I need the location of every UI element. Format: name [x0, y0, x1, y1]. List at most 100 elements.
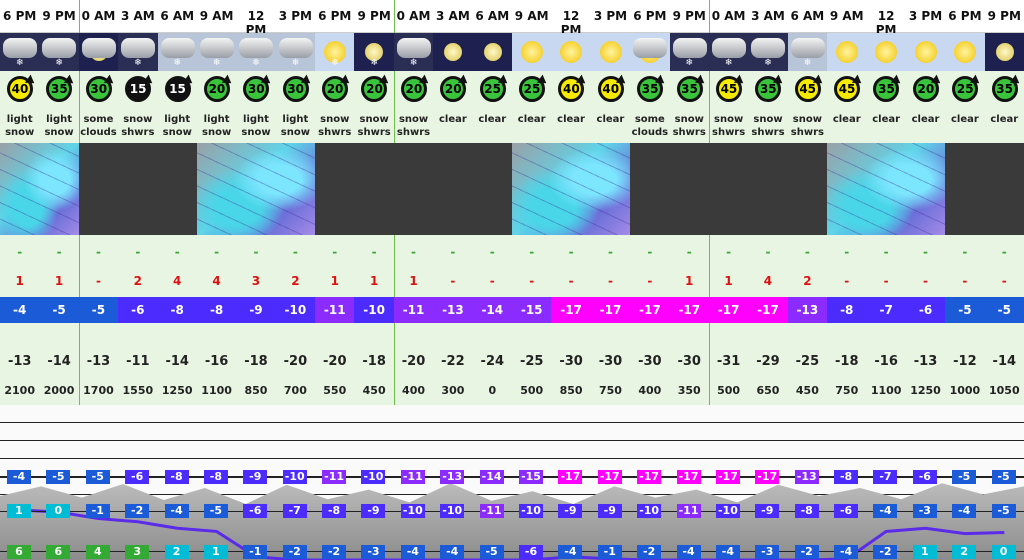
temp-box-mid: -6 — [834, 504, 859, 518]
freezing-level-line — [19, 508, 1005, 560]
wind-chill: -18 — [244, 354, 268, 369]
snowflake-icon: ❄ — [55, 58, 63, 68]
wind-speed-badge: 20 — [322, 76, 349, 102]
weather-map-dark — [315, 143, 512, 235]
temp-box-top: -8 — [203, 470, 228, 484]
snowflake-icon: ❄ — [16, 58, 24, 68]
temp-box-low: -6 — [519, 545, 543, 559]
weather-summary: clear — [990, 114, 1019, 125]
temp-box-low: -4 — [440, 545, 465, 559]
max-temp-cell: -15 — [512, 297, 552, 323]
temp-box-mid: 0 — [46, 504, 71, 518]
temp-box-low: 1 — [912, 545, 937, 559]
snow-amount: - — [883, 245, 889, 259]
max-temp-cell: -6 — [118, 297, 158, 323]
max-temp-cell: -10 — [354, 297, 394, 323]
snow-amount: - — [726, 245, 732, 259]
rain-amount: 4 — [173, 274, 182, 288]
moon-icon — [472, 33, 512, 71]
cloudsnow-icon: ❄ — [157, 33, 197, 71]
snow-amount: - — [450, 245, 456, 259]
snow-amount: - — [962, 245, 968, 259]
sun-icon — [905, 33, 946, 71]
temp-box-low: 2 — [164, 545, 189, 559]
max-temp-cell: -17 — [708, 297, 749, 323]
wind-speed-badge: 25 — [519, 76, 545, 102]
temp-box-mid: -9 — [755, 504, 780, 518]
cloud-icon — [42, 38, 77, 58]
snow-amount: - — [923, 245, 929, 259]
chart-line-mid — [0, 511, 1024, 512]
max-temp-cell: -11 — [315, 297, 355, 323]
wind-chill: -30 — [559, 354, 583, 369]
rain-amount: - — [529, 274, 535, 288]
weather-summary: snow shwrs — [121, 114, 155, 138]
wind-chill: -24 — [480, 354, 505, 369]
freezing-level: 500 — [717, 384, 741, 397]
temp-box-mid: -5 — [203, 504, 228, 518]
wind-speed-badge: 35 — [991, 76, 1018, 102]
weather-summary: clear — [832, 114, 861, 125]
wind-speed-badge: 35 — [637, 76, 664, 102]
max-temp-cell: -8 — [157, 297, 197, 323]
max-temp-cell: -8 — [196, 297, 237, 323]
temp-box-mid: 1 — [7, 504, 31, 518]
max-temp-cell: -13 — [787, 297, 828, 323]
sun-icon — [599, 41, 622, 63]
cloudsnow-icon: ❄ — [196, 33, 237, 71]
cloudsnow-icon: ❄ — [669, 33, 709, 71]
weather-summary: clear — [517, 114, 546, 125]
rain-amount: - — [647, 274, 653, 288]
weather-map-dark — [630, 143, 828, 235]
wind-chill: -20 — [323, 354, 347, 369]
temp-box-low: -4 — [676, 545, 701, 559]
rain-amount: 1 — [330, 274, 339, 288]
snowflake-icon: ❄ — [370, 58, 378, 68]
time-label: 0 AM — [81, 9, 116, 23]
weather-map-dark — [945, 143, 1024, 235]
wind-chill: -14 — [992, 354, 1017, 369]
wind-chill: -30 — [677, 354, 701, 369]
temp-box-low: 0 — [991, 545, 1016, 559]
time-label: 3 AM — [436, 9, 470, 23]
max-temp-cell: -9 — [236, 297, 276, 323]
weather-summary: snow shwrs — [751, 114, 785, 138]
snowflake-icon: ❄ — [252, 58, 260, 68]
max-temp-cell: -11 — [393, 297, 434, 323]
snow-amount: - — [804, 245, 810, 259]
max-temp-cell: -5 — [984, 297, 1024, 323]
sun-icon — [521, 41, 543, 63]
wind-chill: -30 — [638, 354, 662, 369]
max-temp-cell: -14 — [472, 297, 512, 323]
temp-box-mid: -2 — [125, 504, 150, 518]
temp-box-mid: -5 — [991, 504, 1016, 518]
rain-amount: - — [962, 274, 968, 288]
weather-map-dark — [78, 143, 197, 235]
wind-chill: -20 — [401, 354, 426, 369]
max-temp-cell: -7 — [866, 297, 906, 323]
rain-amount: 1 — [409, 274, 418, 288]
temp-box-top: -17 — [715, 470, 740, 484]
moon-icon — [483, 43, 502, 61]
temp-box-top: -14 — [479, 470, 504, 484]
freezing-level: 850 — [244, 384, 268, 397]
wind-chill: -14 — [47, 354, 71, 369]
temp-box-mid: -4 — [952, 504, 977, 518]
temp-box-low: -2 — [794, 545, 819, 559]
wind-speed-badge: 20 — [361, 76, 388, 102]
temp-box-top: -5 — [46, 470, 71, 484]
cloudsnow-icon: ❄ — [748, 33, 788, 71]
snow-amount: - — [332, 245, 338, 259]
freezing-level: 450 — [362, 384, 386, 397]
freezing-level: 750 — [835, 384, 859, 397]
rain-amount: 1 — [685, 274, 694, 288]
freezing-level: 2000 — [43, 384, 75, 397]
wind-chill: -25 — [795, 354, 820, 369]
temp-box-low: 3 — [125, 545, 150, 559]
time-label: 0 AM — [711, 9, 746, 23]
snowflake-icon: ❄ — [764, 58, 772, 68]
rain-amount: 2 — [291, 274, 300, 288]
time-label: 9 AM — [829, 9, 864, 23]
freezing-level: 1250 — [161, 384, 193, 397]
max-temp-cell: -13 — [433, 297, 473, 323]
